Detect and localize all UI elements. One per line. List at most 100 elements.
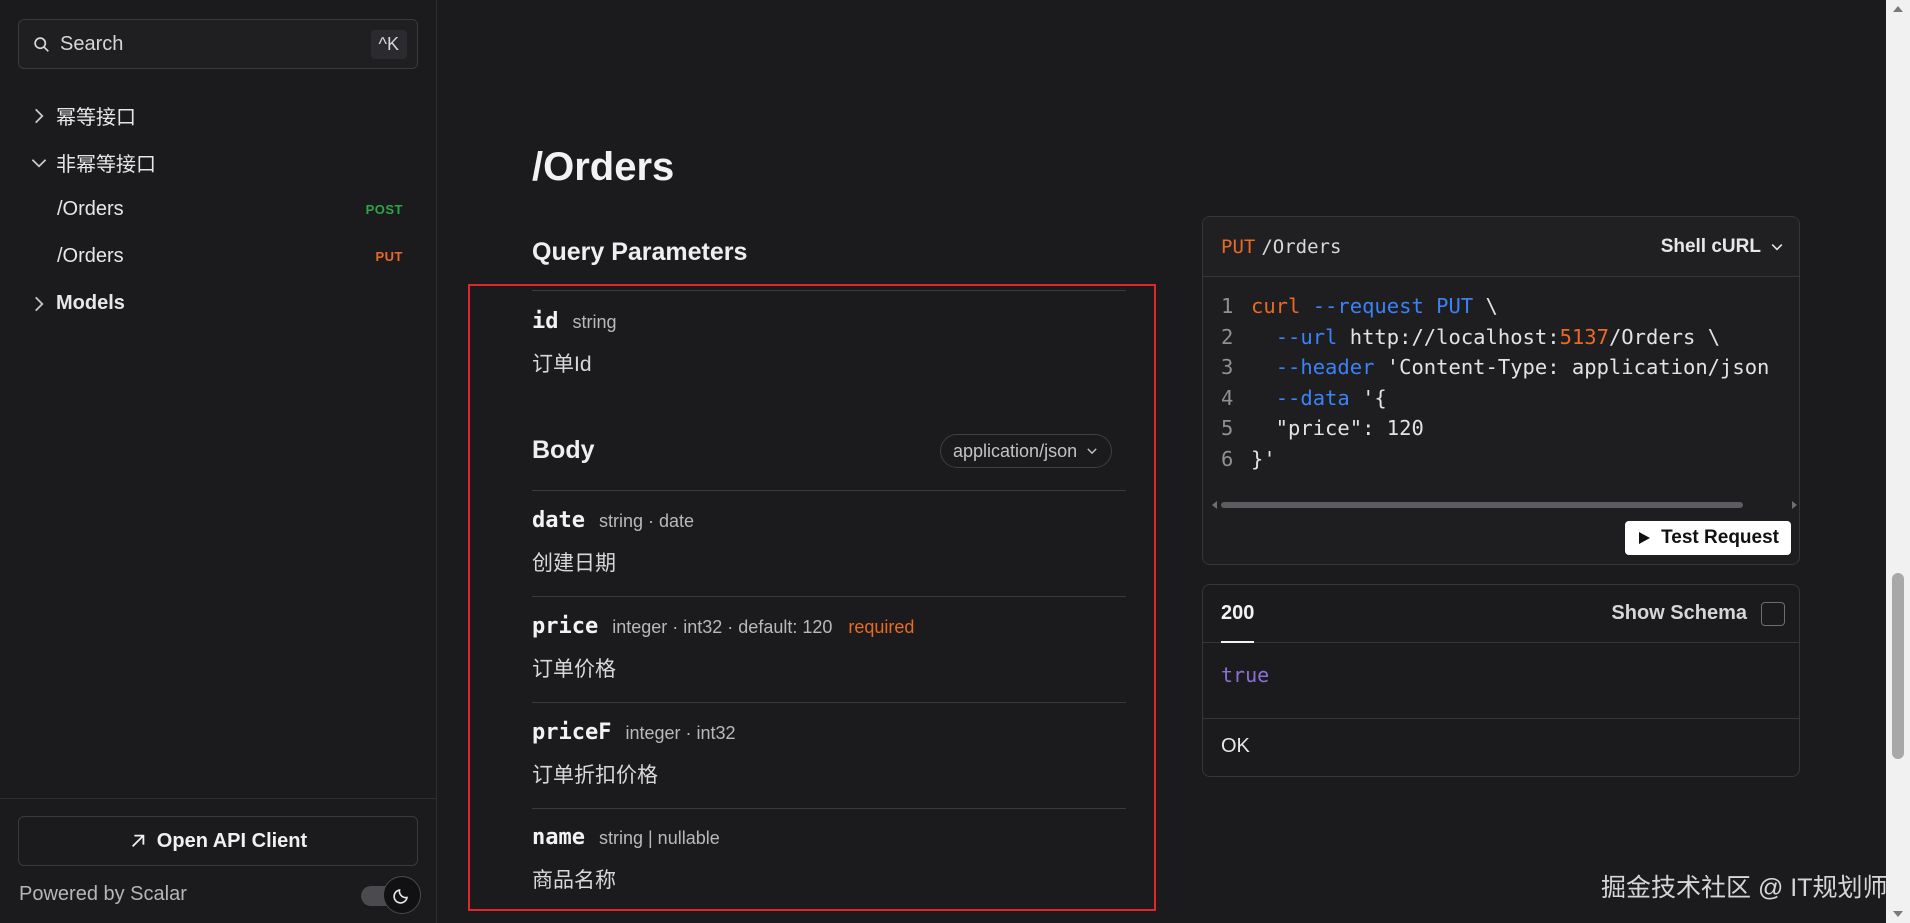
- line-number: 1: [1221, 294, 1234, 318]
- code-token: }': [1251, 446, 1276, 471]
- line-number: 2: [1221, 324, 1234, 349]
- code-token: --header: [1275, 355, 1375, 379]
- response-header: 200 Show Schema: [1203, 585, 1799, 643]
- divider: [532, 808, 1126, 809]
- scroll-right-icon[interactable]: [1792, 501, 1797, 509]
- search-shortcut: ^K: [370, 29, 407, 59]
- show-schema-checkbox[interactable]: [1761, 601, 1785, 626]
- code-token: /Orders \: [1608, 324, 1721, 349]
- param-description: 订单折扣价格: [532, 764, 658, 787]
- code-block: 1 curl --request PUT \ 2 --url http://loca…: [1203, 277, 1799, 474]
- show-schema-toggle[interactable]: Show Schema: [1611, 601, 1785, 626]
- request-header: PUT/Orders Shell cURL: [1203, 217, 1799, 277]
- code-token: http://localhost:: [1337, 324, 1560, 349]
- code-token: --url: [1275, 324, 1338, 349]
- response-body: true: [1203, 643, 1799, 719]
- language-select[interactable]: Shell cURL: [1661, 236, 1785, 258]
- sidebar-item-idempotent[interactable]: 幂等接口: [0, 92, 437, 139]
- open-api-client-button[interactable]: Open API Client: [18, 816, 418, 866]
- search-input[interactable]: Search ^K: [18, 19, 418, 69]
- scrollbar-thumb[interactable]: [1892, 573, 1904, 759]
- body-param-date: date string · date 创建日期: [532, 508, 694, 577]
- param-type: integer · int32 · default: 120: [612, 617, 833, 637]
- response-status-tab[interactable]: 200: [1221, 585, 1255, 643]
- request-method: PUT: [1221, 235, 1256, 258]
- code-token: --request: [1312, 294, 1424, 318]
- param-type: string | nullable: [598, 828, 720, 848]
- page-title: /Orders: [532, 145, 675, 189]
- param-description: 订单Id: [532, 353, 592, 376]
- param-name: price: [532, 614, 599, 639]
- query-parameters-heading: Query Parameters: [532, 238, 748, 266]
- theme-toggle[interactable]: [383, 876, 421, 914]
- code-line: 5 "price": 120: [1221, 413, 1799, 444]
- body-param-price: price integer · int32 · default: 120 req…: [532, 614, 914, 683]
- code-token: 5137: [1559, 324, 1609, 349]
- code-token: \: [1473, 294, 1498, 318]
- divider: [532, 290, 1126, 291]
- body-param-pricef: priceF integer · int32 订单折扣价格: [532, 720, 736, 789]
- required-badge: required: [848, 617, 915, 637]
- chevron-down-icon: [1771, 243, 1783, 251]
- line-number: 4: [1221, 385, 1234, 410]
- chevron-right-icon: [35, 296, 44, 311]
- arrow-up-right-icon: [131, 834, 145, 848]
- body-param-name: name string | nullable 商品名称: [532, 825, 720, 894]
- param-name: priceF: [532, 720, 612, 745]
- content-type-select[interactable]: application/json: [940, 434, 1113, 468]
- sidebar-item-label: /Orders: [57, 198, 124, 220]
- code-token: 'Content-Type: application/json: [1374, 355, 1770, 379]
- highlight-box: [468, 284, 1156, 911]
- code-token: --data: [1275, 385, 1350, 410]
- param-name: date: [532, 508, 585, 533]
- scroll-left-icon[interactable]: [1212, 501, 1217, 509]
- param-type: string · date: [598, 511, 695, 531]
- sidebar-item-non-idempotent[interactable]: 非幂等接口: [0, 139, 437, 186]
- page-scrollbar[interactable]: [1886, 0, 1910, 923]
- method-badge-put: PUT: [375, 249, 403, 264]
- sidebar-item-orders-post[interactable]: /Orders POST: [0, 186, 437, 233]
- sidebar-nav: 幂等接口 非幂等接口 /Orders POST /Orders PUT Mode…: [0, 92, 437, 327]
- code-token: curl: [1251, 294, 1301, 318]
- line-number: 5: [1221, 416, 1234, 440]
- scroll-down-icon[interactable]: [1893, 911, 1903, 917]
- code-line: 6 }': [1221, 444, 1799, 475]
- sidebar-item-label: 幂等接口: [56, 107, 136, 129]
- search-label: Search: [60, 32, 124, 55]
- line-number: 6: [1221, 446, 1234, 471]
- query-param-id: id string 订单Id: [532, 309, 617, 378]
- param-name: id: [532, 309, 559, 334]
- param-description: 创建日期: [532, 552, 616, 575]
- sidebar-item-models[interactable]: Models: [0, 280, 437, 327]
- show-schema-label: Show Schema: [1611, 602, 1747, 624]
- param-type: integer · int32: [625, 723, 736, 743]
- request-example-card: PUT/Orders Shell cURL 1 curl --request PU…: [1202, 216, 1800, 565]
- scrollbar-thumb[interactable]: [1221, 502, 1743, 508]
- powered-by-text: Powered by Scalar: [19, 883, 187, 905]
- code-line: 1 curl --request PUT \: [1221, 291, 1799, 322]
- code-token: PUT: [1436, 294, 1474, 318]
- main-content: /Orders Query Parameters id string 订单Id …: [438, 0, 1886, 923]
- code-token: '{: [1349, 385, 1387, 410]
- search-icon: [34, 36, 49, 52]
- sidebar: Search ^K 幂等接口 非幂等接口 /Orders POST /Order…: [0, 0, 437, 923]
- code-horizontal-scrollbar[interactable]: [1212, 501, 1797, 509]
- code-line: 2 --url http://localhost: 5137/Orders \: [1221, 322, 1799, 353]
- code-line: 4 --data '{: [1221, 383, 1799, 414]
- test-request-button[interactable]: Test Request: [1625, 521, 1791, 555]
- method-badge-post: POST: [365, 202, 403, 217]
- language-label: Shell cURL: [1660, 235, 1761, 257]
- param-description: 订单价格: [532, 658, 616, 681]
- body-heading: Body: [532, 436, 595, 464]
- sidebar-item-orders-put[interactable]: /Orders PUT: [0, 233, 437, 280]
- scroll-up-icon[interactable]: [1893, 6, 1903, 12]
- param-description: 商品名称: [532, 869, 616, 892]
- sidebar-item-label: Models: [56, 292, 125, 314]
- watermark: 掘金技术社区 @ IT规划师: [1601, 874, 1888, 902]
- request-path: /Orders: [1261, 235, 1342, 258]
